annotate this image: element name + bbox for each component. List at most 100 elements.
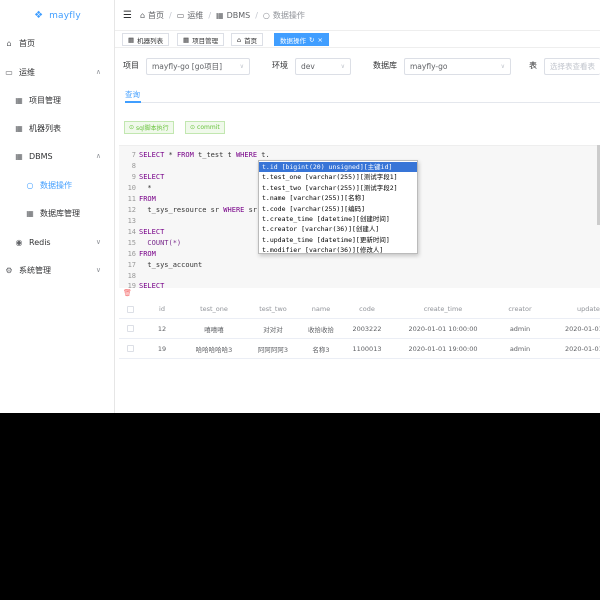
grid-icon: ▦ [216,10,224,20]
code-line: SELECT [139,228,165,236]
code-line: FROM [139,195,156,203]
table-select[interactable]: 选择表查看表 [544,58,600,75]
table-cell: 对对对 [263,325,283,334]
breadcrumb-separator: / [255,10,258,20]
database-label: 数据库 [373,61,397,70]
grid-icon: ▦ [15,151,23,161]
grid-icon: ▦ [15,123,23,133]
tab-query[interactable]: 查询 [125,89,140,100]
autocomplete-item[interactable]: t.creator [varchar(36)][创建人] [259,224,417,234]
line-number: 18 [127,272,136,280]
query-tabs: 查询 [125,86,600,103]
row-checkbox[interactable] [125,319,135,338]
table-cell: 2003222 [352,324,382,333]
sidebar-item-label: DBMS [29,151,53,161]
column-header[interactable]: id [141,300,183,318]
trash-icon[interactable]: 🗑 [123,289,132,297]
sidebar-item-machine-list[interactable]: ▦ 机器列表 [0,114,115,142]
tag-machine-list[interactable]: ▦ 机器列表 [122,33,170,46]
tag-data-ops[interactable]: 数据操作 ↻ × [274,33,329,46]
env-label: 环境 [272,61,288,70]
home-icon: ⌂ [6,38,12,48]
column-header[interactable]: name [301,300,341,318]
play-icon: ⊙ [129,124,135,131]
sidebar-item-dbms[interactable]: ▦ DBMS ∧ [0,142,115,170]
line-number: 10 [127,184,136,192]
grid-icon: ▦ [15,95,23,105]
table-cell: 1100013 [352,344,382,353]
autocomplete-item[interactable]: t.code [varchar(255)][编码] [259,204,417,214]
line-number: 15 [127,239,136,247]
line-number: 14 [127,228,136,236]
line-number: 7 [131,151,136,159]
logo[interactable]: ❖ mayfly [0,0,115,32]
column-header[interactable]: test_one [183,300,245,318]
breadcrumb-item-current: ○ 数据操作 [262,10,305,20]
column-header[interactable]: creator [493,300,547,318]
sidebar-item-label: 项目管理 [29,95,61,105]
breadcrumb-item[interactable]: ⌂ 首页 [140,10,164,21]
code-line: SELECT [139,173,165,181]
results-table: id test_one test_two name code create_ti… [119,300,600,360]
table-row[interactable]: 12 嘻嘻嘻 对对对 收拾收拾 2003222 2020-01-01 10:00… [119,319,600,339]
select-all-checkbox[interactable] [125,300,135,318]
menu-toggle-icon[interactable]: ☰ [123,10,132,21]
check-icon: ⊙ [190,124,196,131]
sidebar-item-data-ops[interactable]: ○ 数据操作 [0,171,115,199]
row-checkbox[interactable] [125,339,135,358]
chevron-down-icon: ∨ [239,63,244,70]
close-icon[interactable]: × [317,36,322,44]
gear-icon: ⚙ [5,265,13,275]
filter-bar: 项目 mayfly-go [go项目] ∨ 环境 dev ∨ 数据库 mayfl… [115,54,600,78]
column-header[interactable]: create_time [393,300,493,318]
sidebar-item-home[interactable]: ⌂ 首页 [0,29,115,57]
table-cell: 2020-01-01 10:00:00 [408,324,478,333]
database-select[interactable]: mayfly-go ∨ [404,58,511,75]
commit-button[interactable]: ⊙ commit [185,121,225,134]
sidebar-item-system[interactable]: ⚙ 系统管理 ∨ [0,256,115,284]
sidebar: ❖ mayfly ⌂ 首页 ▭ 运维 ∧ ▦ 项目管理 ▦ 机器列表 ▦ DBM… [0,0,115,413]
grid-icon: ▦ [183,35,190,44]
column-header[interactable]: test_two [245,300,301,318]
autocomplete-item[interactable]: t.create_time [datetime][创建时间] [259,214,417,224]
sidebar-item-ops[interactable]: ▭ 运维 ∧ [0,58,115,86]
autocomplete-item[interactable]: t.name [varchar(255)][名称] [259,193,417,203]
breadcrumb-item[interactable]: ▭ 运维 [177,10,204,21]
breadcrumb-separator: / [208,10,212,20]
sidebar-item-db-manage[interactable]: ▦ 数据库管理 [0,199,115,227]
breadcrumb-item[interactable]: ▦ DBMS [216,11,250,20]
project-label: 项目 [123,61,139,70]
code-line: * [139,184,152,192]
sidebar-item-project-manage[interactable]: ▦ 项目管理 [0,86,115,114]
sidebar-item-label: 数据库管理 [40,208,80,218]
autocomplete-item[interactable]: t.test_one [varchar(255)][测试字段1] [259,172,417,182]
autocomplete-item[interactable]: t.modifier [varchar(36)][修改人] [259,245,417,255]
tag-home[interactable]: ⌂ 首页 [231,33,264,46]
refresh-icon[interactable]: ↻ [309,36,314,44]
line-number: 17 [127,261,136,269]
table-cell: admin [509,344,531,353]
tab-active-indicator [125,101,141,103]
column-header[interactable]: code [341,300,393,318]
chevron-down-icon: ∨ [95,238,101,246]
project-select[interactable]: mayfly-go [go项目] ∨ [146,58,250,75]
code-line: t_sys_account [139,261,203,269]
home-icon: ⌂ [139,10,146,20]
autocomplete-item[interactable]: t.update_time [datetime][更新时间] [259,235,417,245]
autocomplete-item[interactable]: t.test_two [varchar(255)][测试字段2] [259,183,417,193]
table-header: id test_one test_two name code create_ti… [119,300,600,319]
code-line: FROM [139,250,156,258]
sidebar-item-redis[interactable]: ◉ Redis ∨ [0,228,115,256]
app-window: ❖ mayfly ⌂ 首页 ▭ 运维 ∧ ▦ 项目管理 ▦ 机器列表 ▦ DBM… [0,0,600,413]
env-select[interactable]: dev ∨ [295,58,351,75]
line-number: 9 [131,173,136,181]
table-cell: 2020-01-01 19:00:00 [408,344,478,353]
run-sql-button[interactable]: ⊙ sql脚本执行 [124,121,174,134]
autocomplete-item[interactable]: t.id [bigint(20) unsigned][主键id] [259,162,417,173]
chevron-up-icon: ∧ [95,68,101,76]
search-icon: ○ [26,180,34,190]
column-header[interactable]: update [547,300,600,318]
chevron-down-icon: ∨ [500,63,505,70]
tag-project-manage[interactable]: ▦ 项目管理 [177,33,225,46]
table-row[interactable]: 19 哈哈哈哈哈3 阿阿阿阿3 名称3 1100013 2020-01-01 1… [119,339,600,359]
